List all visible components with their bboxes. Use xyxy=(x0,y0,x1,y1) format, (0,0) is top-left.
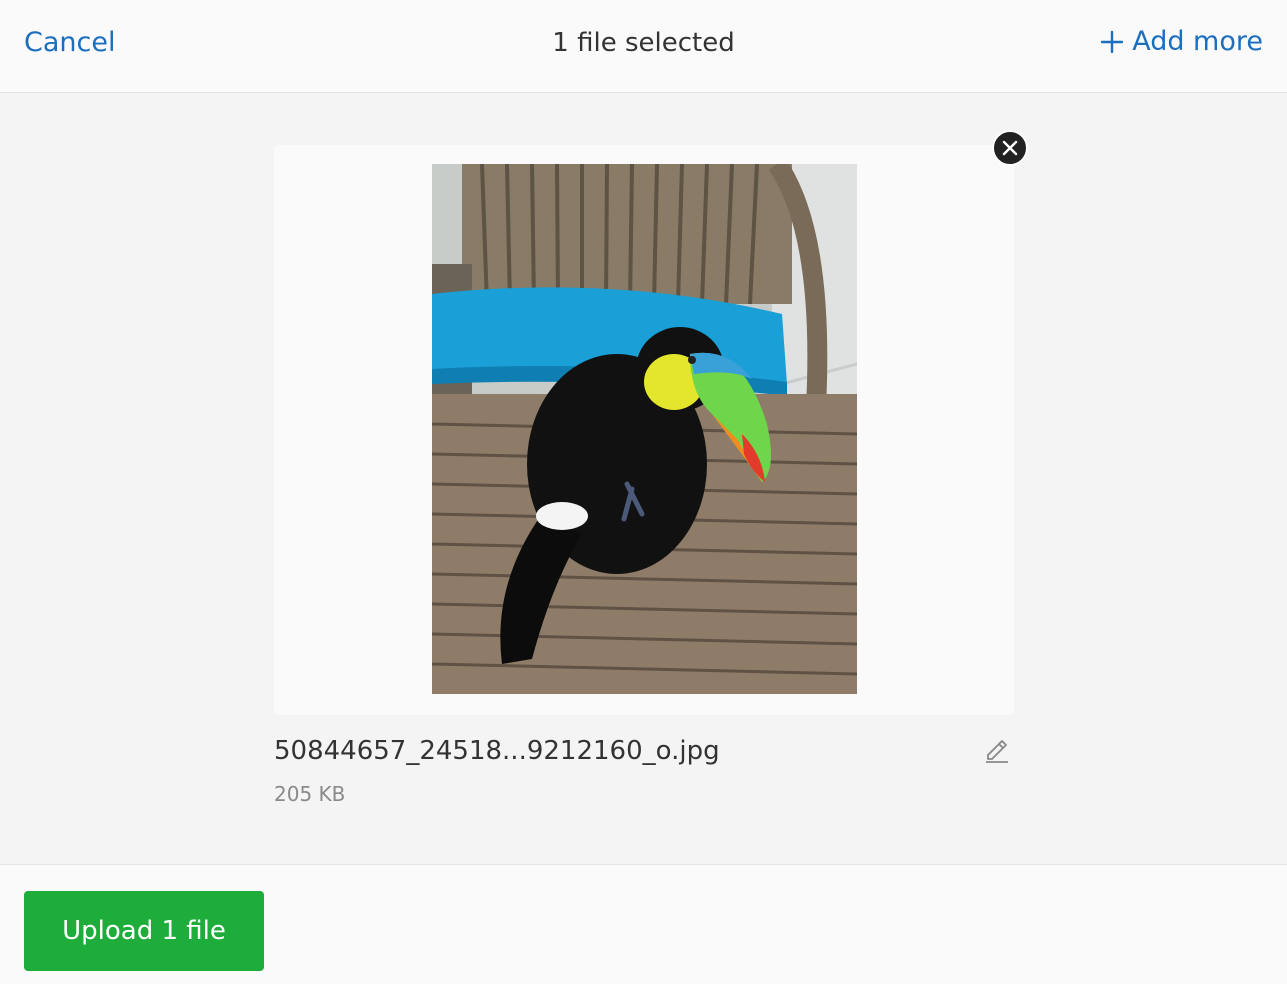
add-more-button[interactable]: Add more xyxy=(1100,26,1263,57)
pencil-icon[interactable] xyxy=(984,735,1010,763)
add-more-label: Add more xyxy=(1132,26,1263,57)
close-icon xyxy=(1002,140,1018,156)
remove-file-button[interactable] xyxy=(992,130,1028,166)
file-name: 50844657_24518...9212160_o.jpg xyxy=(274,736,720,766)
top-bar: Cancel 1 file selected Add more xyxy=(0,0,1287,93)
file-thumbnail xyxy=(432,164,857,694)
file-size: 205 KB xyxy=(274,782,346,806)
plus-icon xyxy=(1101,30,1124,53)
selection-title: 1 file selected xyxy=(552,28,735,58)
file-preview-card xyxy=(274,145,1014,715)
footer-bar: Upload 1 file xyxy=(0,864,1287,984)
upload-button[interactable]: Upload 1 file xyxy=(24,891,264,971)
